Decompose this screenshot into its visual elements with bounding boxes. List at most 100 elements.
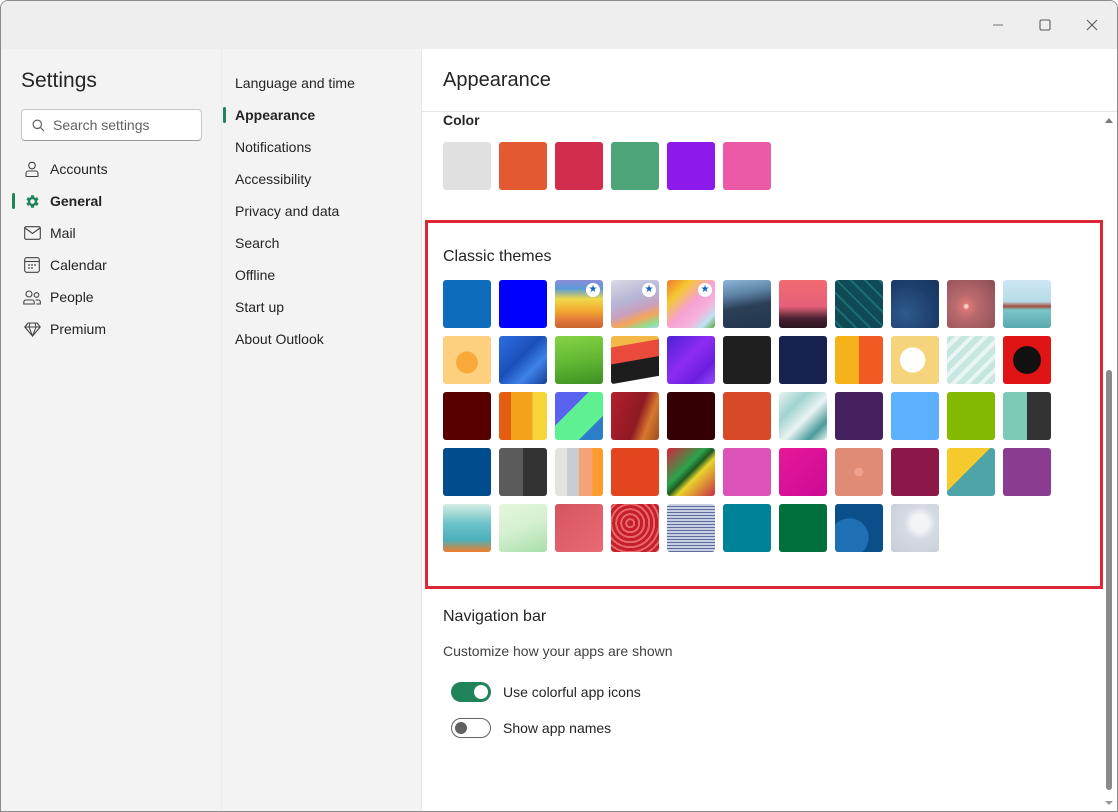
maximize-button[interactable]: [1022, 1, 1068, 49]
theme-tile-red-fold[interactable]: [611, 336, 659, 384]
scrollbar-thumb[interactable]: [1106, 370, 1112, 790]
color-swatch[interactable]: [723, 142, 771, 190]
theme-tile-blue-circles[interactable]: [835, 504, 883, 552]
sidebar-item-general[interactable]: General: [1, 185, 221, 217]
theme-tile-deep-purple[interactable]: [835, 392, 883, 440]
theme-tile-robot[interactable]: [443, 504, 491, 552]
theme-tile-sky-blue[interactable]: [891, 392, 939, 440]
minimize-button[interactable]: [975, 1, 1021, 49]
search-settings-input[interactable]: [53, 117, 193, 133]
theme-tile-pastel-stripes[interactable]: [555, 448, 603, 496]
theme-tile-vermilion[interactable]: [611, 448, 659, 496]
toggle-label: Show app names: [503, 720, 612, 736]
sidebar-item-label: Calendar: [50, 257, 107, 273]
theme-tile-charcoal[interactable]: [723, 336, 771, 384]
theme-tile-maroon[interactable]: [443, 392, 491, 440]
theme-tile-building-blocks[interactable]: [835, 336, 883, 384]
theme-tile-blue-swirl[interactable]: [499, 336, 547, 384]
vertical-scrollbar[interactable]: [1101, 112, 1117, 811]
theme-tile-pale-green-facets[interactable]: [499, 504, 547, 552]
theme-tile-bright-blue[interactable]: [499, 280, 547, 328]
theme-tile-gray-split[interactable]: [499, 448, 547, 496]
people-icon: [23, 288, 41, 306]
subnav-item-privacy-and-data[interactable]: Privacy and data: [222, 195, 422, 227]
mail-icon: [23, 224, 41, 242]
theme-tile-ocean-wave[interactable]: [723, 280, 771, 328]
sidebar-item-people[interactable]: People: [1, 281, 221, 313]
show-app-names-toggle-row[interactable]: Show app names: [451, 718, 611, 738]
subnav-item-appearance[interactable]: Appearance: [222, 99, 422, 131]
theme-tile-psychedelic[interactable]: [667, 448, 715, 496]
theme-tile-rainbow-waves[interactable]: ★: [555, 280, 603, 328]
gear-icon: [23, 192, 41, 210]
theme-tile-forest[interactable]: [779, 504, 827, 552]
premium-star-icon: ★: [586, 283, 600, 297]
scroll-down-arrow-icon[interactable]: [1105, 801, 1113, 805]
sidebar-item-label: Mail: [50, 225, 76, 241]
colorful-app-icons-toggle-row[interactable]: Use colorful app icons: [451, 682, 641, 702]
theme-tile-red-dots[interactable]: [1003, 336, 1051, 384]
sidebar-item-calendar[interactable]: Calendar: [1, 249, 221, 281]
toggle-knob: [455, 722, 467, 734]
theme-tile-feather[interactable]: [611, 392, 659, 440]
theme-tile-boat-waves[interactable]: [1003, 280, 1051, 328]
theme-tile-mint-charcoal[interactable]: [1003, 392, 1051, 440]
theme-tile-elevation[interactable]: [891, 280, 939, 328]
subnav-item-offline[interactable]: Offline: [222, 259, 422, 291]
appearance-scroll-area: Color Classic themes ★ ★ ★ Navigation bar …: [422, 112, 1117, 811]
theme-tile-material[interactable]: [947, 448, 995, 496]
theme-tile-snowflakes[interactable]: [891, 504, 939, 552]
sidebar-item-premium[interactable]: Premium: [1, 313, 221, 345]
color-swatch[interactable]: [611, 142, 659, 190]
theme-tile-hexagons[interactable]: [779, 392, 827, 440]
theme-tile-purple-abstract[interactable]: [667, 336, 715, 384]
sidebar-item-accounts[interactable]: Accounts: [1, 153, 221, 185]
subnav-item-notifications[interactable]: Notifications: [222, 131, 422, 163]
theme-tile-lucky-cat[interactable]: [891, 336, 939, 384]
settings-sidebar: Settings Accounts General: [1, 49, 221, 811]
theme-tile-lights[interactable]: [947, 280, 995, 328]
theme-tile-tetris-blocks[interactable]: [555, 392, 603, 440]
color-swatch[interactable]: [667, 142, 715, 190]
theme-tile-green-bubbles[interactable]: [555, 336, 603, 384]
theme-tile-coral-facets[interactable]: [555, 504, 603, 552]
close-button[interactable]: [1069, 1, 1115, 49]
theme-tile-silver-ribbons[interactable]: ★: [611, 280, 659, 328]
theme-tile-palm-sunset[interactable]: [779, 280, 827, 328]
colorful-app-icons-toggle[interactable]: [451, 682, 491, 702]
theme-tile-mint-chevron[interactable]: [947, 336, 995, 384]
theme-tile-strawberry[interactable]: [611, 504, 659, 552]
theme-tile-orange-red[interactable]: [723, 392, 771, 440]
classic-themes-grid: ★ ★ ★: [443, 280, 1051, 552]
scroll-up-arrow-icon[interactable]: [1105, 118, 1113, 123]
theme-tile-teal[interactable]: [723, 504, 771, 552]
theme-tile-blue[interactable]: [443, 280, 491, 328]
theme-tile-crayons[interactable]: [499, 392, 547, 440]
show-app-names-toggle[interactable]: [451, 718, 491, 738]
theme-tile-denim-heart[interactable]: [667, 504, 715, 552]
subnav-item-accessibility[interactable]: Accessibility: [222, 163, 422, 195]
subnav-item-search[interactable]: Search: [222, 227, 422, 259]
premium-star-icon: ★: [698, 283, 712, 297]
theme-tile-violet[interactable]: [1003, 448, 1051, 496]
theme-tile-magenta[interactable]: [779, 448, 827, 496]
subnav-item-start-up[interactable]: Start up: [222, 291, 422, 323]
search-settings-box[interactable]: [21, 109, 202, 141]
theme-tile-salmon-polka[interactable]: [835, 448, 883, 496]
color-swatch[interactable]: [555, 142, 603, 190]
color-swatch[interactable]: [499, 142, 547, 190]
theme-tile-unicorn[interactable]: ★: [667, 280, 715, 328]
theme-tile-orchid[interactable]: [723, 448, 771, 496]
sidebar-item-mail[interactable]: Mail: [1, 217, 221, 249]
color-swatches: [443, 142, 771, 190]
theme-tile-navy[interactable]: [779, 336, 827, 384]
theme-tile-cobalt[interactable]: [443, 448, 491, 496]
subnav-item-about-outlook[interactable]: About Outlook: [222, 323, 422, 355]
theme-tile-star[interactable]: [443, 336, 491, 384]
theme-tile-dark-maroon[interactable]: [667, 392, 715, 440]
theme-tile-lime[interactable]: [947, 392, 995, 440]
color-swatch[interactable]: [443, 142, 491, 190]
theme-tile-circuit[interactable]: [835, 280, 883, 328]
theme-tile-burgundy[interactable]: [891, 448, 939, 496]
subnav-item-language-and-time[interactable]: Language and time: [222, 67, 422, 99]
